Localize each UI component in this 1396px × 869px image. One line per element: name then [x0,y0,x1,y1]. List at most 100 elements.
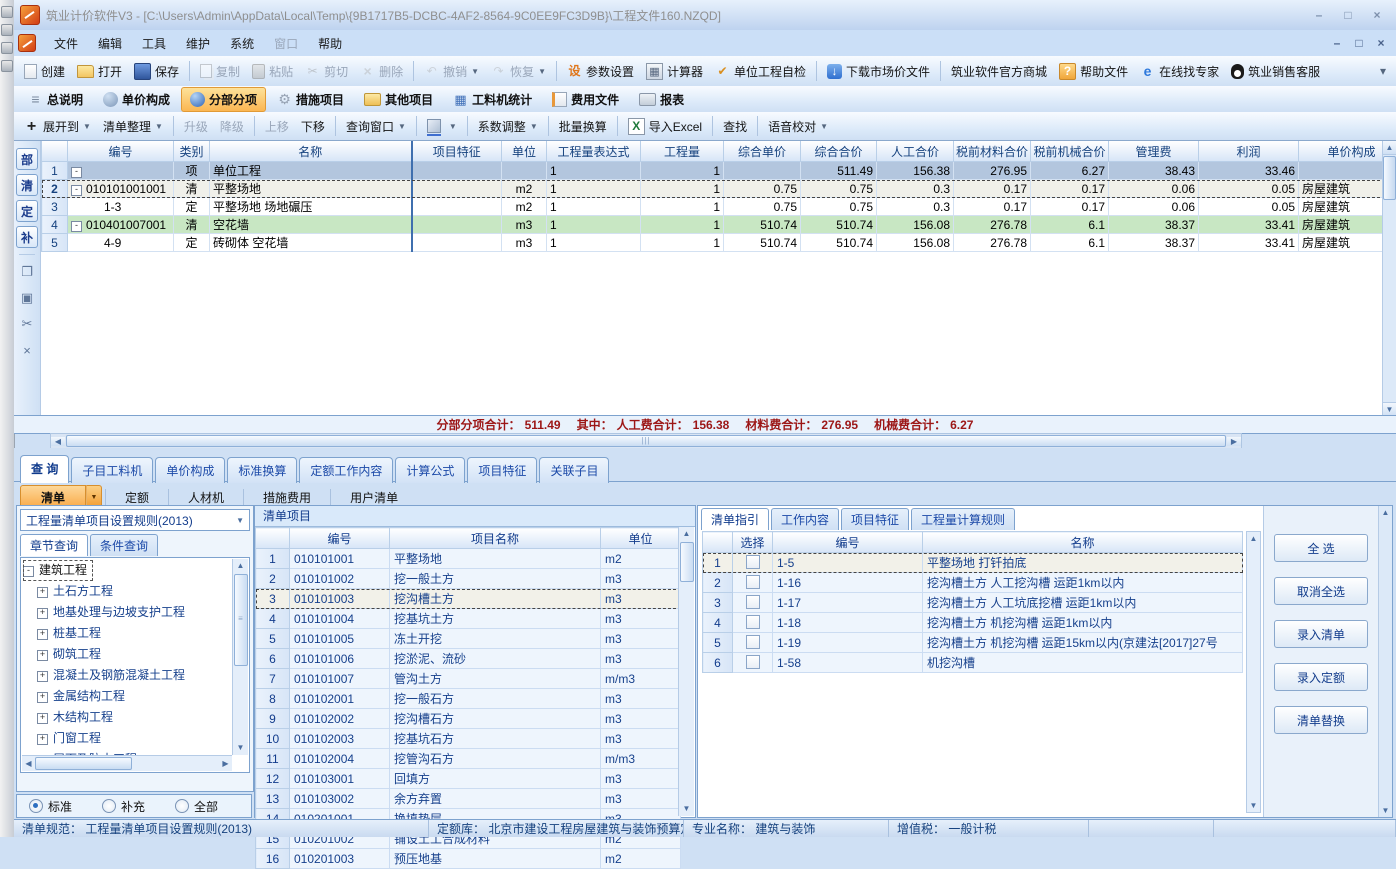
scroll-down-icon[interactable]: ▼ [237,741,245,755]
official-mall-button[interactable]: 筑业软件官方商城 [945,60,1053,83]
list-vertical-scrollbar[interactable]: ▲ ▼ [678,527,694,816]
save-button[interactable]: 保存 [128,60,185,83]
col-header[interactable]: 人工合价 [877,141,954,162]
tab-other-items[interactable]: 其他项目 [355,87,442,112]
tree-vertical-scrollbar[interactable]: ▲ ≡ ▼ [232,559,248,755]
select-all-button[interactable]: 全 选 [1274,534,1368,562]
panel-vertical-scrollbar[interactable]: ▲ ▼ [1378,506,1392,817]
col-header[interactable]: 名称 [210,141,412,162]
query-window-button[interactable]: 查询窗口▼ [340,115,412,138]
tab-price-composition[interactable]: 单价构成 [155,457,225,483]
sales-service-button[interactable]: 筑业销售客服 [1225,60,1326,83]
mdi-restore-button[interactable]: □ [1348,36,1370,50]
col-header[interactable]: 工程量表达式 [547,141,641,162]
tab-quantity-calc-rule[interactable]: 工程量计算规则 [911,508,1015,530]
scroll-thumb[interactable] [680,542,694,582]
scroll-up-icon[interactable]: ▲ [1382,506,1390,519]
replace-list-button[interactable]: 清单替换 [1274,706,1368,734]
fill-color-button[interactable]: ▼ [421,116,463,136]
tab-chapter-query[interactable]: 章节查询 [20,534,88,556]
grid-row[interactable]: 54-9定砖砌体 空花墙m311510.74510.74156.08276.78… [42,234,1383,252]
tree-item[interactable]: +砌筑工程 [23,644,232,665]
tab-general-notes[interactable]: 总说明 [19,87,92,112]
tab-work-content[interactable]: 工作内容 [771,508,839,530]
batch-conversion-button[interactable]: 批量换算 [553,115,613,138]
col-header[interactable]: 选择 [733,532,773,553]
menu-window[interactable]: 窗口 [264,31,308,56]
tab-fee-file[interactable]: 费用文件 [543,87,628,112]
checkbox[interactable] [746,635,760,649]
col-header[interactable]: 编号 [290,528,390,549]
titlebar-maximize-button[interactable]: □ [1335,7,1361,24]
redo-button[interactable]: 恢复▼ [485,60,552,83]
scroll-down-icon[interactable]: ▼ [1250,799,1258,812]
guide-row[interactable]: 21-16挖沟槽土方 人工挖沟槽 运距1km以内 [703,573,1243,593]
col-header[interactable]: 编号 [68,141,174,162]
scroll-down-icon[interactable]: ▼ [1382,804,1390,817]
side-delete-row-icon[interactable]: × [16,339,38,361]
help-file-button[interactable]: 帮助文件 [1053,60,1134,83]
tab-report[interactable]: 报表 [630,87,693,112]
expand-icon[interactable]: + [37,692,48,703]
expand-icon[interactable]: + [37,671,48,682]
collapse-icon[interactable]: - [23,566,34,577]
deselect-all-button[interactable]: 取消全选 [1274,577,1368,605]
downgrade-button[interactable]: 降级 [214,115,250,138]
scroll-thumb[interactable] [35,757,132,770]
expand-icon[interactable]: + [37,734,48,745]
tab-item-feature[interactable]: 项目特征 [467,457,537,483]
checkbox[interactable] [746,575,760,589]
grid-row[interactable]: 31-3定平整场地 场地碾压m2110.750.750.30.170.170.0… [42,198,1383,216]
menu-system[interactable]: 系统 [220,31,264,56]
mdi-minimize-button[interactable]: – [1326,36,1348,50]
expand-icon[interactable]: + [37,587,48,598]
menu-tools[interactable]: 工具 [132,31,176,56]
tab-condition-query[interactable]: 条件查询 [90,534,158,556]
tab-unit-price-composition[interactable]: 单价构成 [94,87,179,112]
checkbox[interactable] [746,555,760,569]
titlebar-minimize-button[interactable]: – [1306,7,1332,24]
titlebar-close-button[interactable]: × [1364,7,1390,24]
paste-button[interactable]: 粘贴 [246,60,299,83]
collapse-icon[interactable]: - [71,185,82,196]
col-header[interactable]: 单位 [601,528,681,549]
insert-list-button[interactable]: 录入清单 [1274,620,1368,648]
checkbox[interactable] [746,615,760,629]
expand-icon[interactable]: + [37,608,48,619]
list-item[interactable]: 1010101001平整场地m2 [256,549,681,569]
self-check-button[interactable]: 单位工程自检 [709,60,812,83]
tree-item[interactable]: +金属结构工程 [23,686,232,707]
tab-quota-work-content[interactable]: 定额工作内容 [299,457,393,483]
voice-proofread-button[interactable]: 语音校对▼ [762,115,834,138]
guide-row[interactable]: 31-17挖沟槽土方 人工坑底挖槽 运距1km以内 [703,593,1243,613]
expand-icon[interactable]: + [37,713,48,724]
tab-sub-labor-material[interactable]: 子目工料机 [71,457,153,483]
tab-project-feature[interactable]: 项目特征 [841,508,909,530]
radio-补充[interactable]: 补充 [102,798,145,815]
grid-vertical-scrollbar[interactable]: ▲ ▼ [1382,141,1396,416]
cut-button[interactable]: 剪切 [299,60,354,83]
menu-help[interactable]: 帮助 [308,31,352,56]
col-header[interactable]: 单位 [502,141,547,162]
collapse-icon[interactable]: - [71,221,82,232]
upgrade-button[interactable]: 升级 [178,115,214,138]
tab-measure-items[interactable]: 措施项目 [268,87,353,112]
side-insert-section-button[interactable]: 部 [16,148,38,170]
list-item[interactable]: 10010102003挖基坑石方m3 [256,729,681,749]
list-item[interactable]: 3010101003挖沟槽土方m3 [256,589,681,609]
guide-row[interactable]: 11-5平整场地 打钎拍底 [703,553,1243,573]
scroll-thumb[interactable]: ||| [66,435,1226,447]
scroll-thumb[interactable]: ≡ [234,574,248,666]
scroll-down-icon[interactable]: ▼ [683,802,691,816]
list-item[interactable]: 13010103002余方弃置m3 [256,789,681,809]
guide-vertical-scrollbar[interactable]: ▲ ▼ [1246,531,1261,813]
radio-标准[interactable]: 标准 [29,798,72,815]
list-item[interactable]: 16010201003预压地基m2 [256,849,681,869]
organize-list-button[interactable]: 清单整理▼ [97,115,169,138]
col-header[interactable]: 名称 [923,532,1243,553]
col-header[interactable]: 项目特征 [412,141,502,162]
tab-labor-material-stats[interactable]: 工料机统计 [444,87,541,112]
scroll-down-icon[interactable]: ▼ [1383,402,1396,416]
tab-standard-conversion[interactable]: 标准换算 [227,457,297,483]
col-header[interactable]: 单价构成 [1299,141,1383,162]
